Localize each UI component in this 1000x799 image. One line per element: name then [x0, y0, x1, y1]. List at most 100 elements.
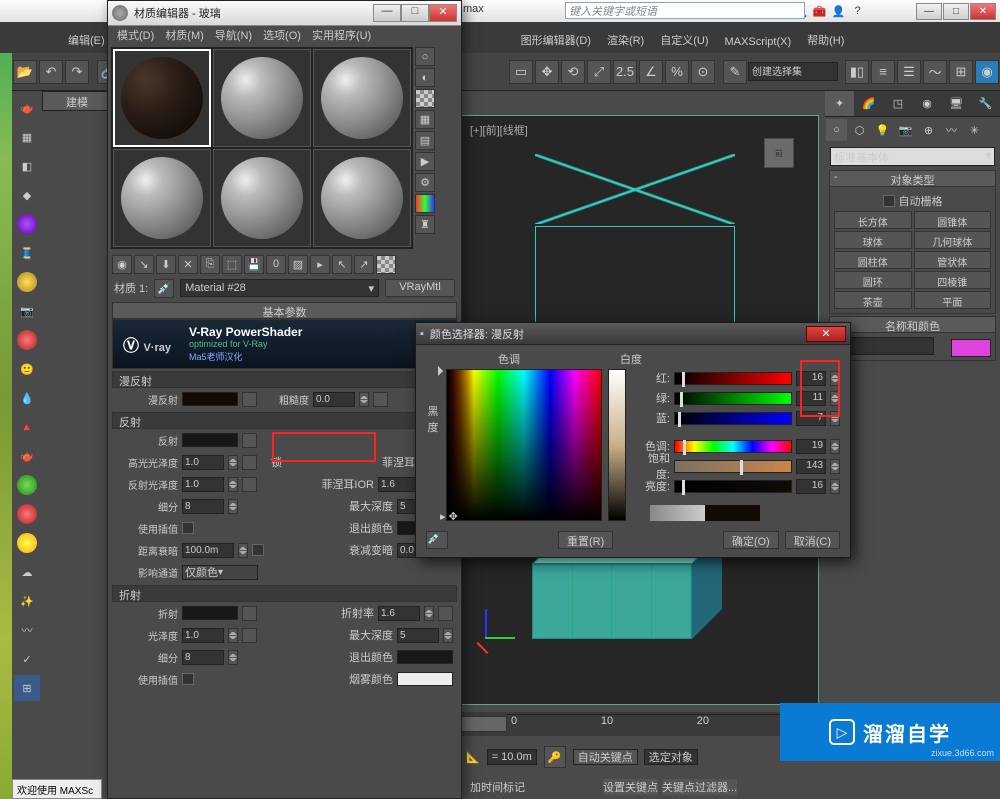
- open-icon[interactable]: 📂: [13, 60, 37, 84]
- reflect-interp-checkbox[interactable]: [182, 522, 194, 534]
- object-color-swatch[interactable]: [951, 339, 991, 357]
- red-sphere-icon[interactable]: [17, 330, 37, 350]
- options-icon[interactable]: ⚙: [415, 173, 435, 192]
- refract-ior-input[interactable]: 1.6: [378, 606, 420, 621]
- get-material-icon[interactable]: ◉: [112, 255, 132, 274]
- utilities-tab-icon[interactable]: 🔧: [971, 91, 1000, 116]
- sample-slot[interactable]: [213, 149, 311, 247]
- teapot-icon[interactable]: 🫖: [14, 443, 40, 469]
- geometry-icon[interactable]: ○: [826, 119, 847, 141]
- assign-icon[interactable]: ⬇: [156, 255, 176, 274]
- me-minimize-button[interactable]: —: [373, 4, 401, 22]
- close-button[interactable]: ✕: [970, 3, 996, 20]
- sat-value[interactable]: 143: [796, 459, 826, 474]
- spacewarps-icon[interactable]: 〰: [941, 119, 962, 141]
- diffuse-map-button[interactable]: [242, 392, 257, 407]
- keyfilter-button[interactable]: 关键点过滤器...: [662, 779, 737, 795]
- pick-icon[interactable]: [376, 255, 396, 274]
- percent-snap-icon[interactable]: %: [665, 60, 689, 84]
- reflect-map-button[interactable]: [242, 433, 257, 448]
- sat-slider[interactable]: [674, 460, 792, 473]
- redo-icon[interactable]: ↷: [65, 60, 89, 84]
- align-icon[interactable]: ≡: [871, 60, 895, 84]
- hilight-gloss-input[interactable]: 1.0: [182, 455, 224, 470]
- make-unique-icon[interactable]: ⬚: [222, 255, 242, 274]
- diffuse-color-swatch[interactable]: [182, 392, 238, 406]
- reset-icon[interactable]: ✕: [178, 255, 198, 274]
- fresnel-ior-input[interactable]: 1.6: [378, 477, 420, 492]
- hue-value[interactable]: 19: [796, 439, 826, 454]
- autokey-button[interactable]: 自动关键点: [573, 749, 638, 765]
- setkey-button[interactable]: 设置关键点: [603, 779, 658, 795]
- sample-slot[interactable]: [313, 149, 411, 247]
- check-icon[interactable]: ✓: [14, 646, 40, 672]
- mat-id-icon[interactable]: 0: [266, 255, 286, 274]
- color-picker-titlebar[interactable]: ▪ 颜色选择器: 漫反射 ✕: [416, 323, 850, 345]
- tool-icon[interactable]: ▦: [14, 124, 40, 150]
- refract-depth-input[interactable]: 5: [397, 628, 439, 643]
- hierarchy-tab-icon[interactable]: ◳: [883, 91, 912, 116]
- menu-customize[interactable]: 自定义(U): [652, 29, 716, 51]
- roughness-input[interactable]: 0.0: [313, 392, 355, 407]
- plane-button[interactable]: 平面: [914, 291, 992, 309]
- sample-type-icon[interactable]: ○: [415, 47, 435, 66]
- sample-slot[interactable]: [313, 49, 411, 147]
- whiteness-slider[interactable]: [608, 369, 626, 521]
- sun-icon[interactable]: [17, 533, 37, 553]
- refract-subdiv-input[interactable]: 8: [182, 650, 224, 665]
- cone-icon[interactable]: 🔺: [14, 414, 40, 440]
- background-icon[interactable]: [415, 89, 435, 108]
- sparkle-icon[interactable]: ✨: [14, 588, 40, 614]
- refract-color-swatch[interactable]: [182, 606, 238, 620]
- cancel-button[interactable]: 取消(C): [785, 531, 840, 549]
- me-menu-navigate[interactable]: 导航(N): [210, 27, 257, 43]
- schematic-icon[interactable]: ⊞: [949, 60, 973, 84]
- snap-2d-icon[interactable]: 2.5: [613, 60, 637, 84]
- menu-maxscript[interactable]: MAXScript(X): [717, 33, 800, 51]
- video-check-icon[interactable]: ▤: [415, 131, 435, 150]
- wave-icon[interactable]: 〰: [14, 617, 40, 643]
- viewcube-icon[interactable]: 前: [750, 120, 810, 180]
- viewport-label[interactable]: [+][前][线框]: [470, 122, 528, 138]
- material-type-button[interactable]: VRayMtl: [385, 279, 455, 297]
- display-tab-icon[interactable]: 🖥: [942, 91, 971, 116]
- me-menu-mode[interactable]: 模式(D): [112, 27, 159, 43]
- autogrid-checkbox[interactable]: [883, 195, 895, 207]
- sample-uv-icon[interactable]: ▦: [415, 110, 435, 129]
- put-to-lib-icon[interactable]: 💾: [244, 255, 264, 274]
- green-sphere-icon[interactable]: [17, 475, 37, 495]
- me-menu-material[interactable]: 材质(M): [160, 27, 209, 43]
- face-icon[interactable]: 🙂: [14, 356, 40, 382]
- rotate-icon[interactable]: ⟲: [561, 60, 585, 84]
- mirror-icon[interactable]: ▮▯: [845, 60, 869, 84]
- material-editor-titlebar[interactable]: 材质编辑器 - 玻璃 — □ ✕: [108, 1, 461, 26]
- basic-params-header[interactable]: 基本参数: [112, 302, 457, 319]
- grid-icon[interactable]: ⊞: [14, 675, 40, 701]
- put-to-scene-icon[interactable]: ↘: [134, 255, 154, 274]
- add-time-tag[interactable]: 加时间标记: [470, 779, 525, 795]
- menu-render[interactable]: 渲染(R): [599, 29, 652, 51]
- curve-editor-icon[interactable]: 〜: [923, 60, 947, 84]
- menu-help[interactable]: 帮助(H): [799, 29, 852, 51]
- object-type-rollout[interactable]: 对象类型: [829, 170, 996, 187]
- toolbox-icon[interactable]: 🧰: [811, 3, 828, 20]
- name-color-rollout[interactable]: 名称和颜色: [829, 316, 996, 333]
- preview-icon[interactable]: ▶: [415, 152, 435, 171]
- hue-slider[interactable]: [674, 440, 792, 453]
- me-menu-options[interactable]: 选项(O): [258, 27, 306, 43]
- named-sel-edit-icon[interactable]: ✎: [723, 60, 747, 84]
- backlight-icon[interactable]: ◐: [415, 68, 435, 87]
- tab-modeling[interactable]: 建模: [42, 91, 112, 111]
- camera-icon[interactable]: 📷: [14, 298, 40, 324]
- roughness-map-button[interactable]: [373, 392, 388, 407]
- show-in-vp-icon[interactable]: ▨: [288, 255, 308, 274]
- teapot-button[interactable]: 茶壶: [834, 291, 912, 309]
- selection-set-dropdown[interactable]: 创建选择集: [748, 62, 838, 81]
- sphere-button[interactable]: 球体: [834, 231, 912, 249]
- maximize-button[interactable]: □: [943, 3, 969, 20]
- move-icon[interactable]: ✥: [535, 60, 559, 84]
- undo-icon[interactable]: ↶: [39, 60, 63, 84]
- helpers-icon[interactable]: ⊕: [918, 119, 939, 141]
- minimize-button[interactable]: —: [916, 3, 942, 20]
- green-slider[interactable]: [674, 392, 792, 405]
